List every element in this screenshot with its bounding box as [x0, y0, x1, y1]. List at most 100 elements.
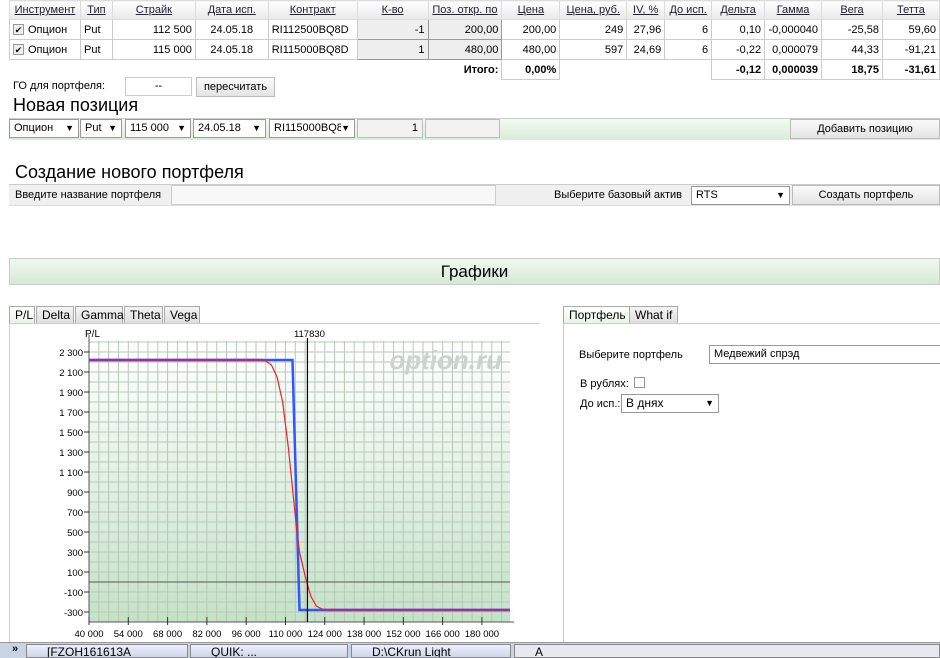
y-tick-label: 1 700 — [59, 408, 83, 419]
cell-qty[interactable]: -1 — [356, 19, 429, 40]
cell-iv: 27,96 — [626, 19, 666, 40]
column-header[interactable]: Гамма — [764, 0, 823, 20]
tab-portfolio[interactable]: Портфель — [563, 306, 632, 324]
column-header[interactable]: До исп. — [664, 0, 713, 20]
cell-open[interactable]: 200,00 — [427, 19, 503, 40]
spacer — [560, 60, 712, 80]
x-tick-label: 96 000 — [232, 629, 261, 640]
go-label: ГО для портфеля: — [13, 80, 106, 92]
row-checkbox[interactable]: ✔ — [13, 24, 24, 36]
date-select[interactable]: 24.05.18 ▼ — [193, 119, 266, 138]
cell-open[interactable]: 480,00 — [427, 39, 503, 60]
y-tick-label: 1 100 — [59, 468, 83, 479]
cell-contract: RI112500BQ8D — [267, 19, 358, 40]
cell-gamma: 0,000079 — [764, 39, 823, 60]
tab-what-if[interactable]: What if — [629, 306, 679, 324]
taskbar-item[interactable]: [FZOH161613A — [26, 644, 188, 658]
y-tick-label: 1 300 — [59, 448, 83, 459]
y-tick-label: 2 300 — [59, 348, 83, 359]
add-position-button[interactable]: Добавить позицию — [790, 119, 940, 139]
column-header[interactable]: Дельта — [711, 0, 766, 20]
column-header[interactable]: Поз. откр. по — [427, 0, 503, 20]
exp-select[interactable]: В днях ▼ — [621, 394, 719, 413]
cell-strike: 115 000 — [111, 39, 196, 60]
column-header[interactable]: IV, % — [626, 0, 666, 20]
column-header[interactable]: Тетта — [881, 0, 940, 20]
taskbar-item[interactable]: QUIK: ... — [190, 644, 348, 658]
cell-date: 24.05.18 — [194, 39, 269, 60]
taskbar-item[interactable]: D:\CKrun Light — [351, 644, 511, 658]
cell-iv: 24,69 — [626, 39, 666, 60]
x-tick-label: 152 000 — [386, 629, 420, 640]
cell-theta: -91,21 — [881, 39, 940, 60]
cell-instrument: ✔ Опцион — [9, 19, 81, 40]
cell-price: 480,00 — [501, 39, 561, 60]
create-portfolio-button[interactable]: Создать портфель — [792, 185, 940, 205]
total-delta: -0,12 — [711, 59, 766, 80]
total-vega: 18,75 — [821, 59, 883, 80]
x-tick-label: 138 000 — [347, 629, 381, 640]
qty-input[interactable]: 1 — [357, 119, 423, 138]
y-tick-label: -100 — [64, 588, 83, 599]
x-tick-label: 68 000 — [153, 629, 182, 640]
rub-checkbox[interactable] — [634, 377, 645, 388]
y-tick-label: 900 — [67, 488, 83, 499]
recalc-button[interactable]: пересчитать — [196, 77, 275, 97]
portfolio-name-label: Введите название портфеля — [15, 189, 162, 201]
portfolio-label: Выберите портфель — [579, 349, 683, 361]
column-header[interactable]: Инструмент — [9, 0, 81, 20]
cell-delta: 0,10 — [711, 19, 766, 40]
right-panel — [563, 323, 940, 643]
cell-price: 200,00 — [501, 19, 561, 40]
total-label: Итого: — [463, 63, 499, 76]
y-tick-label: 1 900 — [59, 388, 83, 399]
table-row: ✔ Опцион Put 112 500 24.05.18 RI112500BQ8D -1 2… — [9, 19, 940, 40]
x-tick-label: 40 000 — [74, 629, 103, 640]
instrument-label: Опцион — [28, 23, 68, 36]
cell-date: 24.05.18 — [194, 19, 269, 40]
spot-marker-label: 117830 — [294, 329, 325, 340]
base-asset-select[interactable]: RTS ▼ — [691, 186, 790, 205]
charts-header: Графики — [9, 258, 940, 285]
instrument-select[interactable]: Опцион ▼ — [9, 119, 79, 138]
column-header[interactable]: Цена — [501, 0, 561, 20]
type-select[interactable]: Put ▼ — [80, 119, 122, 138]
column-header[interactable]: Цена, руб. — [559, 0, 628, 20]
cell-type: Put — [79, 19, 113, 40]
taskbar-more[interactable]: » — [12, 643, 18, 655]
cell-contract: RI115000BQ8D — [267, 39, 358, 60]
cell-vega: 44,33 — [821, 39, 883, 60]
cell-gamma: -0,000040 — [764, 19, 823, 40]
cell-vega: -25,58 — [821, 19, 883, 40]
row-checkbox[interactable]: ✔ — [13, 44, 24, 56]
cell-instrument: ✔ Опцион — [9, 39, 81, 60]
y-tick-label: 700 — [67, 508, 83, 519]
cell-qty[interactable]: 1 — [356, 39, 429, 60]
total-price: 0,00% — [501, 59, 561, 80]
x-tick-label: 180 000 — [465, 629, 499, 640]
column-header[interactable]: Тип — [79, 0, 113, 20]
column-header[interactable]: К-во — [356, 0, 429, 20]
column-header[interactable]: Вега — [821, 0, 883, 20]
cell-price_rub: 249 — [559, 19, 628, 40]
column-header[interactable]: Дата исп. — [194, 0, 269, 20]
cell-theta: 59,60 — [881, 19, 940, 40]
positions-table: Инструмент Тип Страйк Дата исп. Контракт К-во… — [9, 0, 940, 80]
new-position-title: Новая позиция — [13, 95, 139, 115]
y-tick-label: 300 — [67, 548, 83, 559]
column-header[interactable]: Контракт — [267, 0, 358, 20]
column-header[interactable]: Страйк — [111, 0, 196, 20]
contract-select[interactable]: RI115000BQ8 ▼ — [269, 119, 355, 138]
strike-select[interactable]: 115 000 ▼ — [125, 119, 191, 138]
base-asset-label: Выберите базовый актив — [554, 189, 682, 201]
exp-label: До исп.: — [580, 398, 621, 410]
portfolio-name-input[interactable] — [171, 185, 496, 205]
y-axis-label: P/L — [85, 329, 100, 340]
portfolio-select[interactable]: Медвежий спрэд — [709, 345, 940, 364]
price-input[interactable] — [425, 119, 500, 138]
y-tick-label: 1 500 — [59, 428, 83, 439]
cell-days: 6 — [664, 39, 713, 60]
taskbar-item[interactable]: A — [514, 644, 940, 658]
watermark: option.ru — [389, 345, 502, 375]
instrument-label: Опцион — [28, 43, 68, 56]
